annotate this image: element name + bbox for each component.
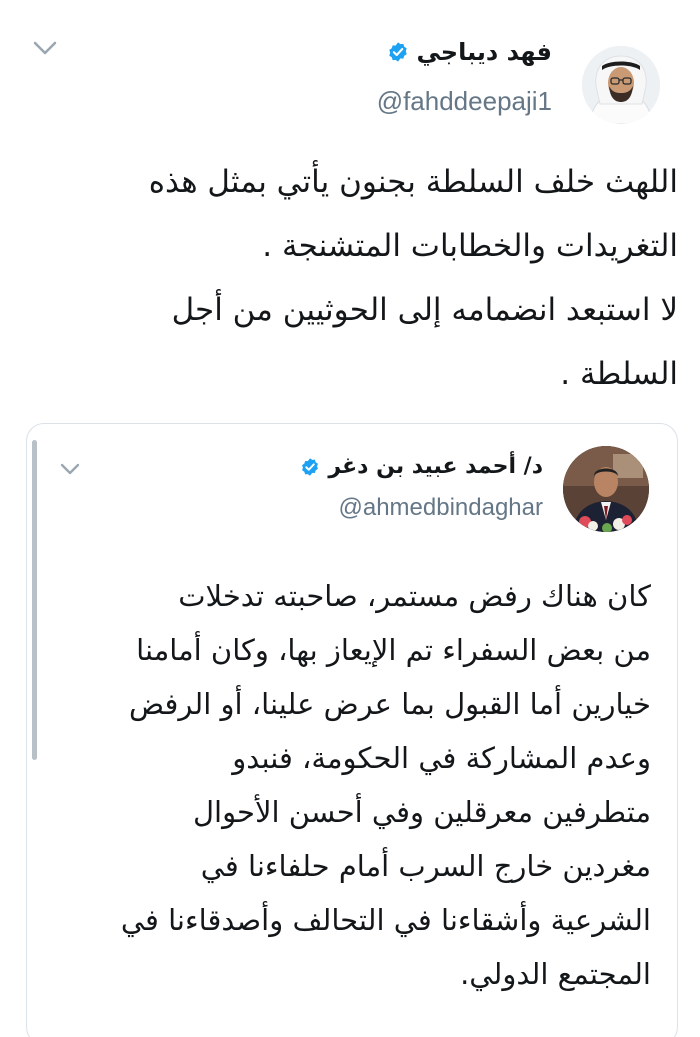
verified-badge-icon [302, 457, 319, 476]
quoted-author-handle[interactable]: @ahmedbindaghar [338, 494, 543, 522]
author-handle[interactable]: @fahddeepaji1 [377, 86, 552, 117]
tweet-text-line: اللهث خلف السلطة بجنون يأتي بمثل هذه [148, 164, 678, 200]
author-avatar[interactable] [582, 46, 660, 124]
quoted-tweet[interactable]: د/ أحمد عبيد بن دغر @ahmedbindaghar كان … [26, 423, 678, 1037]
avatar-photo-icon [563, 446, 649, 532]
tweet-text-line: لا استبعد انضمامه إلى الحوثيين من أجل [171, 292, 678, 328]
quoted-author-name[interactable]: د/ أحمد عبيد بن دغر [328, 454, 543, 479]
tweet-header: فهد ديباجي @fahddeepaji1 [20, 28, 660, 128]
author-name-row: فهد ديباجي [387, 38, 553, 66]
quoted-text-line: من بعض السفراء تم الإيعاز بها، وكان أمام… [136, 633, 651, 667]
verified-badge-icon [388, 42, 407, 62]
tweet-text-line: السلطة . [560, 356, 678, 392]
chevron-down-icon[interactable] [59, 460, 81, 478]
quoted-text-line: كان هناك رفض مستمر، صاحبته تدخلات [178, 579, 651, 613]
quoted-text-line: المجتمع الدولي. [460, 957, 651, 991]
avatar-photo-icon [582, 46, 660, 124]
author-name[interactable]: فهد ديباجي [417, 38, 553, 66]
quoted-text-line: الشرعية وأشقاءنا في التحالف وأصدقاءنا في [120, 903, 651, 937]
quoted-text-line: متطرفين معرقلين وفي أحسن الأحوال [192, 795, 651, 829]
tweet-text-line: التغريدات والخطابات المتشنجة . [262, 228, 678, 264]
tweet-text: اللهث خلف السلطة بجنون يأتي بمثل هذه الت… [16, 150, 678, 406]
quoted-text-line: وعدم المشاركة في الحكومة، فنبدو [232, 741, 651, 775]
quoted-author-name-row: د/ أحمد عبيد بن دغر [300, 454, 543, 479]
scroll-indicator [32, 440, 37, 760]
tweet-card: فهد ديباجي @fahddeepaji1 اللهث خلف السلط… [0, 0, 700, 1037]
quoted-author-avatar[interactable] [563, 446, 649, 532]
chevron-down-icon[interactable] [32, 38, 58, 58]
quoted-tweet-text: كان هناك رفض مستمر، صاحبته تدخلات من بعض… [57, 569, 651, 1001]
quoted-text-line: خيارين أما القبول بما عرض علينا، أو الرف… [129, 687, 651, 721]
quoted-text-line: مغردين خارج السرب أمام حلفاءنا في [200, 849, 651, 883]
